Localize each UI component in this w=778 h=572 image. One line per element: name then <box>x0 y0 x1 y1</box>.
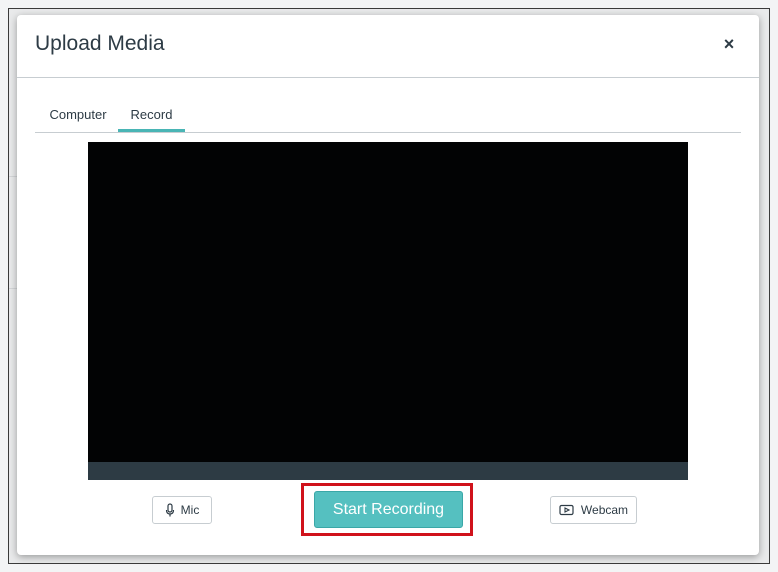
video-preview <box>88 142 688 480</box>
media-tabs: Computer Record <box>35 100 741 133</box>
dialog-title: Upload Media <box>35 32 165 55</box>
tab-computer[interactable]: Computer <box>43 100 113 131</box>
background-divider <box>9 176 17 177</box>
video-control-bar <box>88 462 688 480</box>
microphone-icon <box>165 503 175 517</box>
start-recording-button[interactable]: Start Recording <box>314 491 463 528</box>
webcam-button[interactable]: Webcam <box>550 496 637 524</box>
mic-button[interactable]: Mic <box>152 496 212 524</box>
background-divider <box>9 288 17 289</box>
video-camera-icon <box>559 504 575 516</box>
mic-label: Mic <box>180 503 200 517</box>
screen: Upload Media × Computer Record Mic Start <box>0 0 778 572</box>
tab-record[interactable]: Record <box>118 100 185 132</box>
close-icon: × <box>723 34 735 54</box>
close-button[interactable]: × <box>719 34 739 54</box>
dialog-header: Upload Media × <box>17 15 759 78</box>
webcam-label: Webcam <box>580 503 629 517</box>
upload-media-dialog: Upload Media × Computer Record Mic Start <box>17 15 759 555</box>
